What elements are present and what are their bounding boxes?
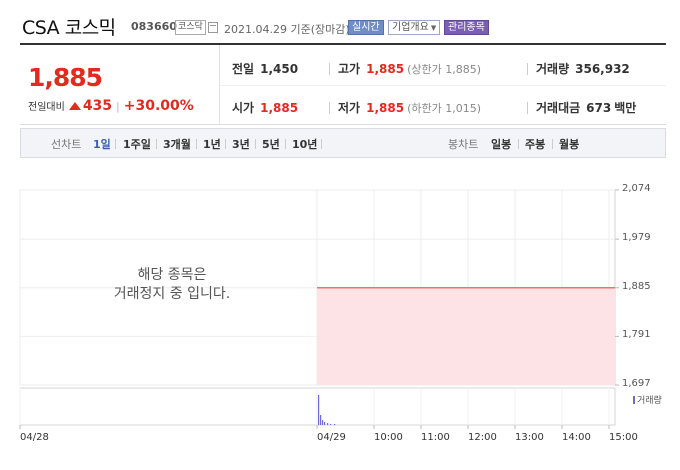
cell-divider [329, 102, 330, 114]
company-overview-label: 기업개요 [392, 22, 429, 33]
tab-divider [115, 139, 116, 149]
volume-legend-swatch [633, 396, 635, 404]
candle-chart-label: 봉차트 [448, 138, 479, 151]
change-row: 전일대비 435 | +30.00% [28, 98, 194, 114]
prev-close: 전일 1,450 [232, 60, 298, 77]
tab-daily[interactable]: 일봉 [491, 136, 511, 152]
cell-divider [527, 102, 528, 114]
tab-monthly[interactable]: 월봉 [559, 136, 579, 152]
volume-bar [320, 415, 322, 425]
x-tick-label: 14:00 [562, 432, 591, 443]
tab-divider [285, 139, 286, 149]
volume-bar [330, 424, 332, 425]
x-tick-label: 10:00 [374, 432, 403, 443]
x-tick-label: 13:00 [515, 432, 544, 443]
tab-divider [552, 139, 553, 149]
high-value: 1,885 [366, 62, 405, 76]
change-value: 435 [82, 98, 113, 114]
high-price: 고가 1,885 (상한가 1,885) [338, 60, 481, 77]
y-tick-label: 2,074 [622, 183, 651, 194]
chevron-down-icon: ▼ [430, 24, 437, 32]
volume-bar [334, 424, 336, 425]
volume-label: 거래량 [536, 62, 570, 76]
y-tick-label: 1,791 [622, 329, 651, 341]
price-area [317, 287, 615, 385]
stock-name: CSA 코스믹 [22, 17, 116, 39]
cell-divider [329, 63, 330, 75]
x-tick-label: 12:00 [468, 432, 497, 443]
volume-bar [327, 423, 329, 425]
change-label: 전일대비 [28, 102, 65, 113]
x-tick-label: 04/28 [20, 432, 49, 443]
y-tick-label: 1,697 [622, 378, 651, 389]
turnover-label: 거래대금 [536, 101, 581, 115]
volume-bar [322, 420, 324, 425]
tab-divider [225, 139, 226, 149]
tab-5year[interactable]: 5년 [262, 136, 280, 152]
tab-divider [255, 139, 256, 149]
x-tick-label: 11:00 [421, 432, 450, 443]
row-divider [220, 85, 666, 86]
low-label: 저가 [338, 101, 361, 115]
trading-halt-message: 해당 종목은 거래정지 중 입니다. [102, 266, 242, 304]
tab-divider [196, 139, 197, 149]
volume-legend-label: 거래량 [637, 396, 662, 406]
open-label: 시가 [232, 101, 255, 115]
market-badge: 코스닥 [175, 20, 206, 35]
tab-10year[interactable]: 10년 [292, 136, 317, 152]
tab-3year[interactable]: 3년 [232, 136, 250, 152]
turnover: 거래대금 673 백만 [536, 99, 636, 116]
tab-divider [321, 139, 322, 149]
tab-weekly[interactable]: 주봉 [525, 136, 545, 152]
lower-limit: (하한가 1,015) [407, 102, 481, 115]
volume-bar [318, 395, 320, 425]
line-chart-label: 선차트 [51, 138, 82, 151]
up-arrow-icon [68, 102, 81, 110]
quote-panel: 1,885 전일대비 435 | +30.00% 전일 1,450 고가 1,885 (상한… [20, 43, 666, 125]
low-price: 저가 1,885 (하한가 1,015) [338, 99, 481, 116]
company-overview-dropdown[interactable]: 기업개요 ▼ [388, 20, 441, 35]
prev-close-value: 1,450 [260, 62, 299, 76]
volume-value: 356,932 [575, 62, 630, 76]
calendar-icon [208, 22, 218, 33]
x-tick-label: 15:00 [609, 432, 638, 443]
open-price: 시가 1,885 [232, 99, 298, 116]
price-chart[interactable]: 해당 종목은 거래정지 중 입니다. 거래량 04/28 04/29 10:00 11… [0, 160, 680, 470]
realtime-button[interactable]: 실시간 [348, 20, 384, 35]
low-value: 1,885 [366, 101, 405, 115]
turnover-unit: 백만 [614, 101, 637, 115]
admin-stock-button[interactable]: 관리종목 [444, 20, 489, 35]
tab-1week[interactable]: 1주일 [123, 136, 151, 152]
volume-bar [324, 422, 326, 425]
cell-divider [527, 63, 528, 75]
date-text: 2021.04.29 기준(장마감) [224, 23, 350, 36]
chart-period-tabs: 선차트 1일 1주일 3개월 1년 3년 5년 10년 봉차트 일봉 주봉 월봉 [20, 128, 666, 158]
tab-3month[interactable]: 3개월 [163, 136, 191, 152]
halt-message-line2: 거래정지 중 입니다. [113, 286, 231, 302]
volume: 거래량 356,932 [536, 60, 630, 77]
y-tick-label: 1,979 [622, 232, 651, 244]
change-percent: +30.00% [123, 98, 194, 114]
tab-divider [518, 139, 519, 149]
high-label: 고가 [338, 62, 361, 76]
chart-canvas [19, 189, 619, 429]
tab-1day[interactable]: 1일 [93, 136, 111, 152]
volume-legend: 거래량 [633, 393, 662, 406]
x-tick-label: 04/29 [317, 432, 346, 443]
prev-close-label: 전일 [232, 62, 255, 76]
current-price: 1,885 [28, 63, 103, 92]
upper-limit: (상한가 1,885) [407, 63, 481, 76]
halt-message-line1: 해당 종목은 [137, 267, 207, 283]
separator: | [116, 100, 120, 113]
stock-header: CSA 코스믹 083660 코스닥 2021.04.29 기준(장마감) 실시… [0, 0, 680, 42]
y-tick-label: 1,885 [622, 280, 651, 292]
tab-divider [156, 139, 157, 149]
tab-1year[interactable]: 1년 [203, 136, 221, 152]
price-summary: 1,885 전일대비 435 | +30.00% [20, 45, 220, 125]
open-value: 1,885 [260, 101, 299, 115]
turnover-value: 673 [586, 101, 612, 115]
stock-code: 083660 [131, 20, 177, 33]
